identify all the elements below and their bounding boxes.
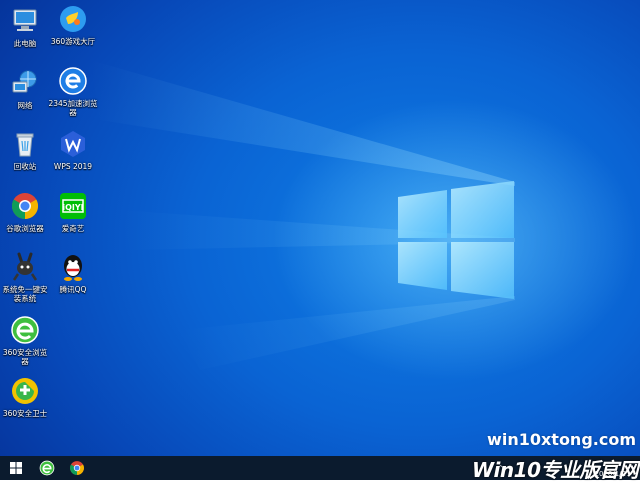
wps-icon bbox=[61, 131, 85, 157]
desktop-icon-qq[interactable]: 腾讯QQ bbox=[48, 252, 98, 294]
iqiyi-icon: iQIYI bbox=[60, 193, 86, 219]
taskbar-clock[interactable]: 2020/1/2 bbox=[595, 470, 626, 478]
desktop-icon-label: 谷歌浏览器 bbox=[6, 224, 44, 233]
desktop-icon-label: 360安全卫士 bbox=[2, 409, 48, 418]
desktop-icon-rabbit-installer[interactable]: 系统免一键安装系统 bbox=[0, 252, 50, 303]
chrome-icon bbox=[11, 193, 39, 220]
desktop-icon-label: 回收站 bbox=[13, 162, 37, 171]
start-button[interactable] bbox=[2, 456, 30, 480]
recycle-bin-icon bbox=[16, 133, 34, 157]
desktop-icon-2345-browser[interactable]: 2345加速浏览器 bbox=[48, 66, 98, 117]
desktop-icon-wps[interactable]: WPS 2019 bbox=[48, 129, 98, 171]
360-browser-icon bbox=[39, 460, 55, 476]
desktop-icon-label: 系统免一键安装系统 bbox=[2, 285, 48, 303]
desktop-icon-label: 网络 bbox=[17, 101, 33, 110]
watermark-text: win10xtong.com bbox=[487, 430, 636, 449]
desktop-icon-label: 2345加速浏览器 bbox=[48, 99, 98, 117]
taskbar-chrome[interactable] bbox=[63, 456, 91, 480]
360-game-icon bbox=[60, 6, 86, 32]
qq-icon bbox=[64, 255, 82, 281]
desktop-icon-label: WPS 2019 bbox=[53, 162, 93, 171]
desktop-icon-label: 爱奇艺 bbox=[61, 224, 85, 233]
start-windows-icon bbox=[10, 462, 22, 474]
network-icon bbox=[12, 70, 37, 93]
taskbar-360-browser[interactable] bbox=[33, 456, 61, 480]
svg-text:iQIYI: iQIYI bbox=[62, 203, 83, 212]
desktop-icon-iqiyi[interactable]: iQIYI 爱奇艺 bbox=[48, 191, 98, 233]
desktop-icon-recycle-bin[interactable]: 回收站 bbox=[0, 129, 50, 171]
desktop-icon-label: 此电脑 bbox=[13, 39, 37, 48]
rabbit-installer-icon bbox=[12, 252, 38, 281]
desktop-background: 此电脑 网络 回收站 谷歌浏览器 系统免一键安装系统 360安全浏览器 360安… bbox=[0, 0, 640, 456]
360-browser-icon bbox=[11, 316, 39, 344]
desktop-icon-label: 360游戏大厅 bbox=[50, 37, 96, 46]
desktop-icon-label: 360安全浏览器 bbox=[2, 348, 48, 366]
desktop-icon-network[interactable]: 网络 bbox=[0, 68, 50, 110]
desktop-icon-this-pc[interactable]: 此电脑 bbox=[0, 6, 50, 48]
computer-icon bbox=[13, 9, 37, 31]
chrome-icon bbox=[70, 461, 84, 475]
desktop-icon-360-browser[interactable]: 360安全浏览器 bbox=[0, 315, 50, 366]
desktop-icon-label: 腾讯QQ bbox=[59, 285, 87, 294]
brand-watermark: Win10专业版官网 bbox=[472, 458, 639, 482]
desktop-icon-chrome[interactable]: 谷歌浏览器 bbox=[0, 191, 50, 233]
360-guard-icon bbox=[12, 378, 38, 404]
desktop-icon-360-guard[interactable]: 360安全卫士 bbox=[0, 376, 50, 418]
2345-browser-icon bbox=[59, 67, 87, 95]
desktop-icon-360-game[interactable]: 360游戏大厅 bbox=[48, 4, 98, 46]
